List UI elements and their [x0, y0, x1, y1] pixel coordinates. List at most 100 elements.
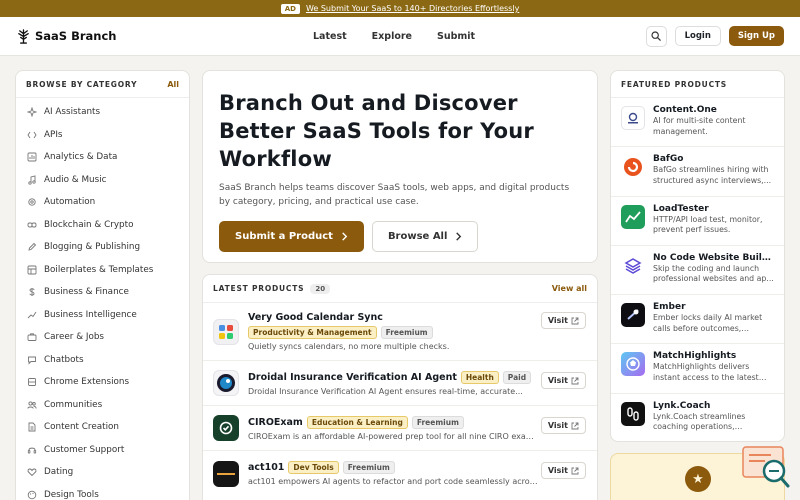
search-icon: [651, 31, 661, 41]
nav-explore[interactable]: Explore: [372, 31, 412, 42]
product-info: Very Good Calendar Sync Productivity & M…: [248, 312, 587, 351]
featured-item[interactable]: LoadTester HTTP/API load test, monitor, …: [611, 197, 784, 246]
featured-name[interactable]: Lynk.Coach: [653, 401, 774, 411]
product-name[interactable]: CIROExam: [248, 417, 303, 428]
product-info: act101 Dev Tools Freemium act101 empower…: [248, 461, 587, 486]
product-row[interactable]: Droidal Insurance Verification AI Agent …: [203, 361, 597, 406]
category-item[interactable]: Communities: [16, 394, 189, 417]
login-button[interactable]: Login: [674, 26, 721, 46]
category-item[interactable]: Design Tools: [16, 484, 189, 500]
trend-icon: [27, 311, 37, 319]
product-row[interactable]: act101 Dev Tools Freemium act101 empower…: [203, 451, 597, 496]
category-label: Automation: [44, 197, 96, 208]
featured-products-panel: FEATURED PRODUCTS Content.One AI for mul…: [610, 70, 785, 442]
submit-product-button[interactable]: Submit a Product: [219, 221, 364, 252]
product-name[interactable]: Very Good Calendar Sync: [248, 312, 383, 323]
category-item[interactable]: Content Creation: [16, 416, 189, 439]
category-tag[interactable]: Dev Tools: [288, 461, 339, 474]
hero-title: Branch Out and Discover Better SaaS Tool…: [219, 91, 534, 171]
category-item[interactable]: Customer Support: [16, 439, 189, 462]
featured-name[interactable]: No Code Website Build...: [653, 253, 774, 263]
category-item[interactable]: Automation: [16, 191, 189, 214]
featured-products-header: FEATURED PRODUCTS: [611, 71, 784, 98]
pricing-tag: Freemium: [411, 415, 464, 429]
button-label: Browse All: [387, 231, 448, 242]
category-item[interactable]: Boilerplates & Templates: [16, 259, 189, 282]
category-label: Communities: [44, 399, 103, 410]
featured-name[interactable]: Ember: [653, 302, 774, 312]
category-tag[interactable]: Education & Learning: [306, 415, 408, 429]
category-tag[interactable]: Health: [460, 370, 499, 384]
featured-item[interactable]: No Code Website Build... Skip the coding…: [611, 246, 784, 296]
category-item[interactable]: Chatbots: [16, 349, 189, 372]
product-name[interactable]: Droidal Insurance Verification AI Agent: [248, 372, 457, 383]
category-tag[interactable]: Productivity & Management: [248, 326, 377, 339]
ad-banner[interactable]: AD We Submit Your SaaS to 140+ Directori…: [0, 0, 800, 17]
hero-section: Branch Out and Discover Better SaaS Tool…: [202, 70, 598, 263]
category-item[interactable]: Blockchain & Crypto: [16, 214, 189, 237]
chat-widget[interactable]: [741, 445, 791, 490]
product-row[interactable]: Very Good Calendar Sync Productivity & M…: [203, 303, 597, 361]
briefcase-icon: [27, 333, 37, 342]
category-item[interactable]: AI Assistants: [16, 101, 189, 124]
featured-description: Skip the coding and launch professional …: [653, 263, 774, 284]
category-item[interactable]: Blogging & Publishing: [16, 236, 189, 259]
category-label: Chatbots: [44, 354, 84, 365]
visit-button[interactable]: Visit: [540, 372, 586, 389]
act101-logo-icon: [213, 460, 239, 487]
featured-name[interactable]: MatchHighlights: [653, 351, 774, 361]
category-item[interactable]: APIs: [16, 124, 189, 147]
featured-info: Lynk.Coach Lynk.Coach streamlines coachi…: [653, 401, 774, 433]
featured-item[interactable]: Lynk.Coach Lynk.Coach streamlines coachi…: [611, 394, 784, 441]
featured-item[interactable]: BafGo BafGo streamlines hiring with stru…: [611, 147, 784, 197]
sidebar-all-link[interactable]: All: [167, 80, 179, 89]
visit-button[interactable]: Visit: [540, 417, 586, 434]
category-label: Design Tools: [44, 489, 99, 500]
chevron-right-icon: [342, 232, 348, 241]
browse-all-button[interactable]: Browse All: [371, 221, 479, 252]
featured-name[interactable]: Content.One: [653, 105, 774, 115]
featured-item[interactable]: Ember Ember locks daily AI market calls …: [611, 295, 784, 345]
featured-description: AI for multi-site content management.: [653, 116, 746, 136]
category-label: Analytics & Data: [44, 152, 118, 163]
signup-button[interactable]: Sign Up: [728, 26, 784, 46]
featured-description: Ember locks daily AI market calls before…: [653, 313, 763, 333]
product-row[interactable]: CIROExam Education & Learning Freemium C…: [203, 406, 597, 451]
featured-name[interactable]: BafGo: [653, 154, 774, 164]
site-logo[interactable]: SaaS Branch: [16, 28, 116, 44]
visit-button[interactable]: Visit: [540, 312, 586, 329]
category-item[interactable]: Chrome Extensions: [16, 371, 189, 394]
category-item[interactable]: Dating: [16, 461, 189, 484]
product-description: Quietly syncs calendars, no more multipl…: [248, 342, 450, 351]
document-icon: [28, 422, 36, 432]
pricing-tag: Paid: [502, 370, 532, 384]
chat-icon: [28, 356, 36, 365]
featured-description: MatchHighlights delivers instant access …: [653, 362, 759, 382]
featured-item[interactable]: Content.One AI for multi-site content ma…: [611, 98, 784, 148]
category-label: Content Creation: [44, 422, 120, 433]
product-name[interactable]: act101: [248, 462, 284, 473]
category-item[interactable]: Business Intelligence: [16, 304, 189, 327]
heart-icon: [27, 468, 37, 477]
music-icon: [28, 175, 36, 185]
nav-latest[interactable]: Latest: [313, 31, 347, 42]
category-item[interactable]: Audio & Music: [16, 169, 189, 192]
category-item[interactable]: Analytics & Data: [16, 146, 189, 169]
loadtester-logo-icon: [621, 204, 645, 229]
ad-link[interactable]: We Submit Your SaaS to 140+ Directories …: [306, 4, 519, 13]
view-all-link[interactable]: View all: [552, 284, 587, 293]
category-label: Blockchain & Crypto: [44, 219, 134, 230]
layout-icon: [27, 265, 37, 275]
palette-icon: [27, 490, 37, 499]
category-item[interactable]: Career & Jobs: [16, 326, 189, 349]
nav-submit[interactable]: Submit: [437, 31, 475, 42]
category-item[interactable]: Business & Finance: [16, 281, 189, 304]
external-link-icon: [571, 467, 579, 474]
visit-button[interactable]: Visit: [540, 462, 586, 479]
search-button[interactable]: [645, 25, 667, 47]
chart-icon: [27, 152, 37, 162]
featured-name[interactable]: LoadTester: [653, 204, 774, 214]
featured-item[interactable]: MatchHighlights MatchHighlights delivers…: [611, 344, 784, 394]
droidal-logo-icon: [213, 370, 239, 396]
tree-icon: [18, 28, 29, 44]
